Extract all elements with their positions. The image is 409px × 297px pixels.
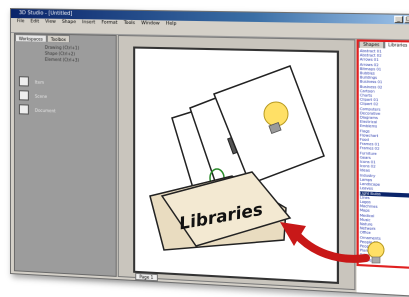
right-panel: Shapes Libraries Abstract 01 Abstract 02 A… [356,39,409,297]
menu-tools[interactable]: Tools [124,20,135,28]
panel-item-scene[interactable]: Scene [18,88,56,103]
menu-window[interactable]: Window [141,20,159,28]
panel-item-document[interactable]: Document [18,102,56,117]
menu-format[interactable]: Format [101,19,117,27]
panel-item-label: Scene [34,93,48,99]
tab-toolbox[interactable]: Toolbox [46,34,70,43]
library-list[interactable]: Abstract 01 Abstract 02 Arrows 01 Arrows 02… [359,49,409,265]
document-icon [18,104,29,115]
subheading-element[interactable]: Element (Ctrl+3) [45,57,79,64]
menu-file[interactable]: File [17,18,24,26]
item-icon [18,76,29,87]
scene-icon [18,90,29,101]
menu-view[interactable]: View [45,19,56,27]
menu-insert[interactable]: Insert [82,19,95,27]
left-panel: Workspaces Toolbox Drawing (Ctrl+1) Shap… [13,33,117,277]
maximize-button[interactable]: □ [404,15,409,24]
minimize-button[interactable]: _ [394,15,404,24]
panel-item-item[interactable]: Item [18,74,56,89]
drawing-canvas[interactable]: Page 1 [117,34,356,291]
tab-workspaces[interactable]: Workspaces [14,34,47,42]
drawing-page[interactable] [133,46,340,285]
menu-shape[interactable]: Shape [62,19,76,27]
window-title: 3D Studio - [Untitled] [18,10,73,17]
menu-help[interactable]: Help [166,21,177,29]
application-window: 3D Studio - [Untitled] _ □ × File Edit V… [10,8,409,297]
page-tab[interactable]: Page 1 [135,272,158,282]
panel-item-label: Item [34,79,44,85]
panel-item-label: Document [34,107,56,113]
menu-edit[interactable]: Edit [30,18,39,26]
